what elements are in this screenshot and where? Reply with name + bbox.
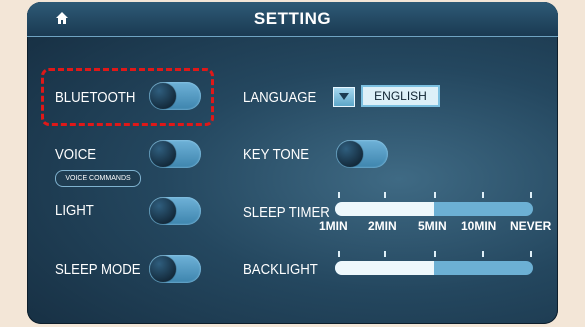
sleep-timer-option: NEVER xyxy=(510,219,552,233)
slider-tick xyxy=(434,251,436,257)
slider-tick xyxy=(338,192,340,198)
slider-tick xyxy=(384,192,386,198)
slider-tick xyxy=(384,251,386,257)
key-tone-label: KEY TONE xyxy=(243,146,310,163)
sleep-timer-option: 2MIN xyxy=(368,219,397,233)
header-bar: SETTING xyxy=(27,2,558,37)
backlight-slider-fill xyxy=(335,261,434,275)
slider-tick xyxy=(338,251,340,257)
page-title: SETTING xyxy=(253,9,332,28)
slider-tick xyxy=(482,192,484,198)
slider-tick xyxy=(482,251,484,257)
slider-tick xyxy=(434,192,436,198)
voice-toggle[interactable] xyxy=(149,140,201,168)
light-toggle[interactable] xyxy=(149,197,201,225)
sleep-timer-slider[interactable] xyxy=(335,202,533,216)
chevron-down-icon xyxy=(339,93,349,100)
selection-highlight xyxy=(41,68,214,126)
backlight-label: BACKLIGHT xyxy=(243,261,318,278)
sleep-mode-toggle[interactable] xyxy=(149,255,201,283)
sleep-mode-label: SLEEP MODE xyxy=(55,261,141,278)
language-label: LANGUAGE xyxy=(243,89,317,106)
voice-commands-button[interactable]: VOICE COMMANDS xyxy=(55,170,141,187)
sleep-timer-slider-fill xyxy=(335,202,434,216)
toggle-knob xyxy=(150,198,176,224)
sleep-timer-label: SLEEP TIMER xyxy=(243,204,330,221)
language-value[interactable]: ENGLISH xyxy=(361,85,440,107)
toggle-knob xyxy=(150,256,176,282)
toggle-knob xyxy=(150,141,176,167)
light-label: LIGHT xyxy=(55,202,94,219)
sleep-timer-option: 5MIN xyxy=(418,219,447,233)
voice-label: VOICE xyxy=(55,146,97,163)
backlight-slider[interactable] xyxy=(335,261,533,275)
key-tone-toggle[interactable] xyxy=(336,140,388,168)
sleep-timer-option: 10MIN xyxy=(461,219,497,233)
language-dropdown-button[interactable] xyxy=(333,87,355,107)
slider-tick xyxy=(530,192,532,198)
slider-tick xyxy=(530,251,532,257)
toggle-knob xyxy=(337,141,363,167)
sleep-timer-option: 1MIN xyxy=(319,219,348,233)
